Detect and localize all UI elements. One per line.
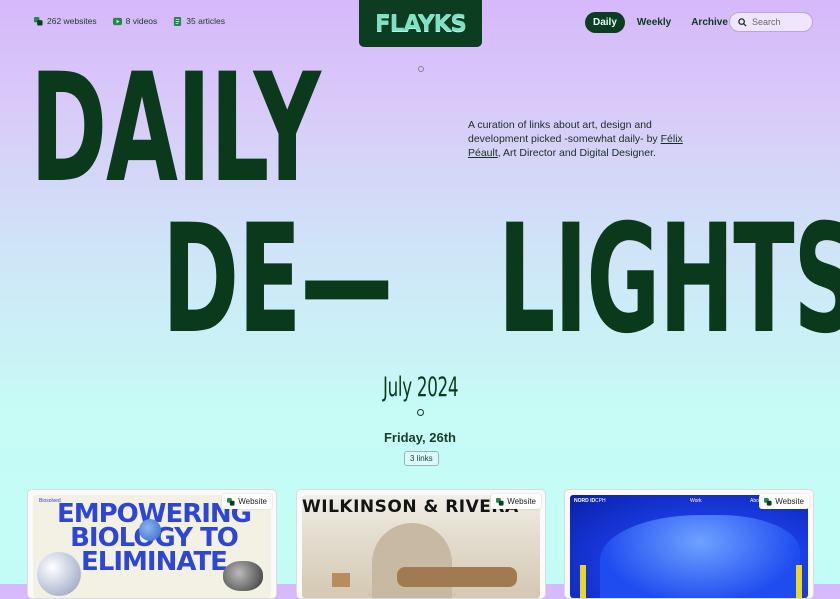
- hero-word-de: DE—: [162, 193, 393, 367]
- card-type-badge: Website: [491, 494, 541, 509]
- stat-websites: 262 websites: [34, 16, 97, 26]
- article-icon: [174, 16, 182, 26]
- websites-icon: [764, 497, 772, 506]
- stat-articles-label: 35 articles: [186, 16, 226, 26]
- decorative-dot: [418, 66, 424, 72]
- link-card[interactable]: WILKINSON & RIVERA Website: [296, 489, 546, 599]
- stat-articles: 35 articles: [173, 16, 225, 26]
- video-icon: [112, 17, 122, 25]
- stat-videos: 8 videos: [112, 16, 158, 26]
- card-preview: WILKINSON & RIVERA: [302, 495, 540, 598]
- nav-archive[interactable]: Archive: [683, 12, 736, 33]
- stats-bar: 262 websites 8 videos 35 articles: [34, 16, 225, 26]
- link-count-badge: 3 links: [404, 451, 439, 466]
- card-preview-tag: CPH: [595, 498, 606, 504]
- day-heading: Friday, 26th: [383, 430, 456, 445]
- intro-text-before: A curation of links about art, design an…: [468, 119, 661, 145]
- card-preview: Biosolved EMPOWERING BIOLOGY TO ELIMINAT…: [33, 495, 271, 598]
- nav-daily[interactable]: Daily: [585, 12, 625, 33]
- websites-icon: [496, 497, 504, 506]
- intro-text: A curation of links about art, design an…: [468, 118, 698, 160]
- chair-graphic: [332, 573, 350, 587]
- card-preview-tag: Work: [690, 498, 702, 504]
- websites-icon: [227, 497, 235, 506]
- link-card[interactable]: Biosolved EMPOWERING BIOLOGY TO ELIMINAT…: [27, 489, 277, 599]
- search-input[interactable]: [752, 17, 810, 27]
- card-type-badge: Website: [759, 494, 809, 509]
- search-box[interactable]: [729, 12, 813, 32]
- site-logo[interactable]: FLAYKS: [359, 0, 482, 47]
- intro-text-after: , Art Director and Digital Designer.: [497, 147, 656, 159]
- websites-icon: [34, 16, 43, 26]
- sphere-graphic: [37, 552, 81, 596]
- search-icon: [738, 17, 747, 27]
- hero-word-daily: DAILY: [30, 42, 321, 216]
- link-card[interactable]: NORD ID CPH Work Abou Website: [564, 489, 814, 599]
- hero-word-lights: LIGHTS: [498, 193, 840, 367]
- stat-videos-label: 8 videos: [125, 16, 158, 26]
- sofa-graphic: [397, 567, 517, 587]
- card-type-label: Website: [775, 497, 804, 506]
- organic-graphic: [223, 561, 263, 591]
- logo-text: FLAYKS: [374, 10, 467, 37]
- bar-graphic: [796, 565, 802, 598]
- blob-graphic: [600, 515, 800, 598]
- card-type-label: Website: [507, 497, 536, 506]
- card-preview: NORD ID CPH Work Abou: [570, 495, 808, 598]
- card-preview-text: WILKINSON & RIVERA: [302, 497, 519, 517]
- stat-websites-label: 262 websites: [47, 16, 97, 26]
- month-heading: July 2024: [383, 372, 459, 403]
- bar-graphic: [580, 565, 586, 598]
- card-type-label: Website: [238, 497, 267, 506]
- main-nav: Daily Weekly Archive: [585, 12, 736, 33]
- sphere-graphic: [139, 519, 161, 541]
- card-type-badge: Website: [222, 494, 272, 509]
- nav-weekly[interactable]: Weekly: [629, 12, 679, 33]
- card-preview-tag: NORD ID: [574, 498, 596, 504]
- timeline-dot: [417, 409, 424, 416]
